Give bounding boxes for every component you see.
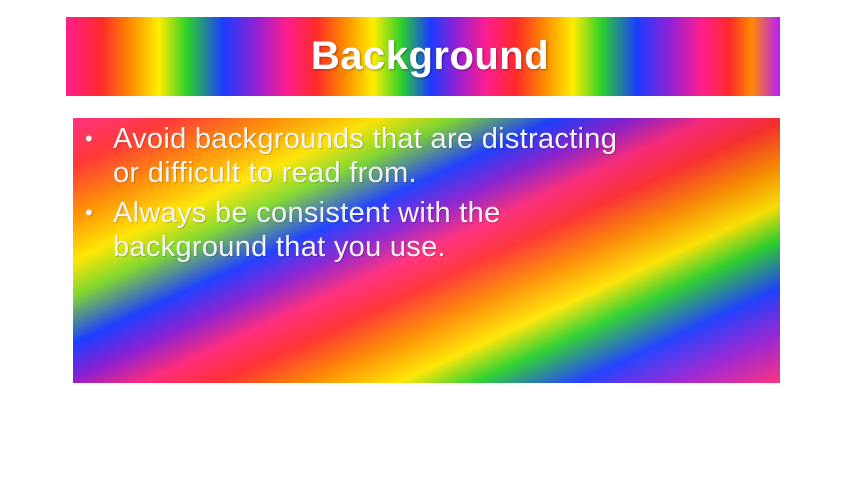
bullet-list: • Avoid backgrounds that are distracting… bbox=[83, 122, 617, 270]
title-banner: Background bbox=[66, 17, 780, 96]
bullet-text-line: Always be consistent with the bbox=[113, 197, 501, 229]
bullet-marker: • bbox=[85, 126, 94, 151]
slide-title: Background bbox=[310, 34, 550, 78]
bullet-item: • Avoid backgrounds that are distracting… bbox=[83, 122, 617, 190]
bullet-text-line: or difficult to read from. bbox=[113, 157, 417, 189]
bullet-marker: • bbox=[85, 200, 94, 225]
bullet-text-line: background that you use. bbox=[113, 231, 446, 263]
content-box: • Avoid backgrounds that are distracting… bbox=[73, 118, 780, 383]
bullet-item: • Always be consistent with the backgrou… bbox=[83, 196, 617, 264]
bullet-text-line: Avoid backgrounds that are distracting bbox=[113, 123, 618, 155]
